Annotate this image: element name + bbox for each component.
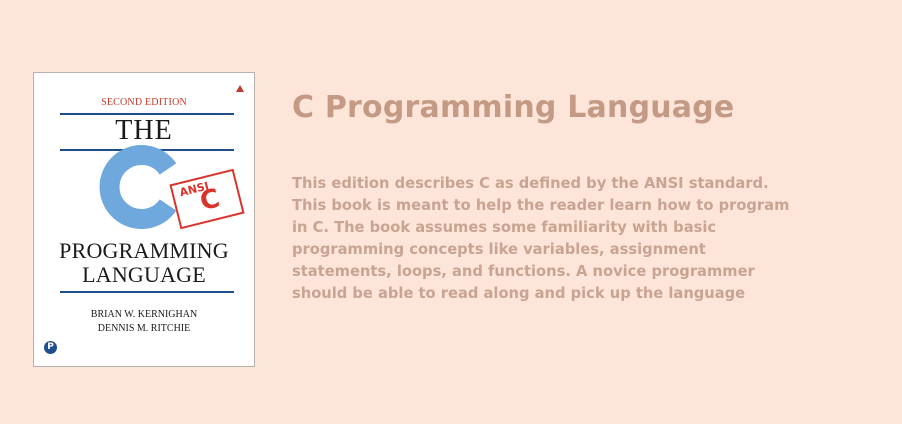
publisher-mark-icon: P (44, 341, 57, 354)
cover-title-the: THE (115, 115, 173, 146)
cover-title-lines: PROGRAMMING LANGUAGE (34, 239, 254, 287)
cover-title-language: LANGUAGE (82, 262, 206, 287)
book-title: C Programming Language (292, 90, 735, 125)
cover-author-2: DENNIS M. RITCHIE (97, 323, 191, 334)
ansi-badge-letter: C (197, 183, 223, 218)
cover-bottom-rule (60, 291, 234, 293)
cover-title-programming: PROGRAMMING (59, 238, 229, 263)
publisher-logo-icon (236, 85, 244, 92)
cover-edition-label: SECOND EDITION (101, 97, 187, 108)
cover-author-1: BRIAN W. KERNIGHAN (90, 309, 198, 320)
book-description: This edition describes C as defined by t… (292, 175, 790, 302)
book-cover-image[interactable]: SECOND EDITION THE ANSI C PROGRAMMING LA… (33, 72, 255, 367)
